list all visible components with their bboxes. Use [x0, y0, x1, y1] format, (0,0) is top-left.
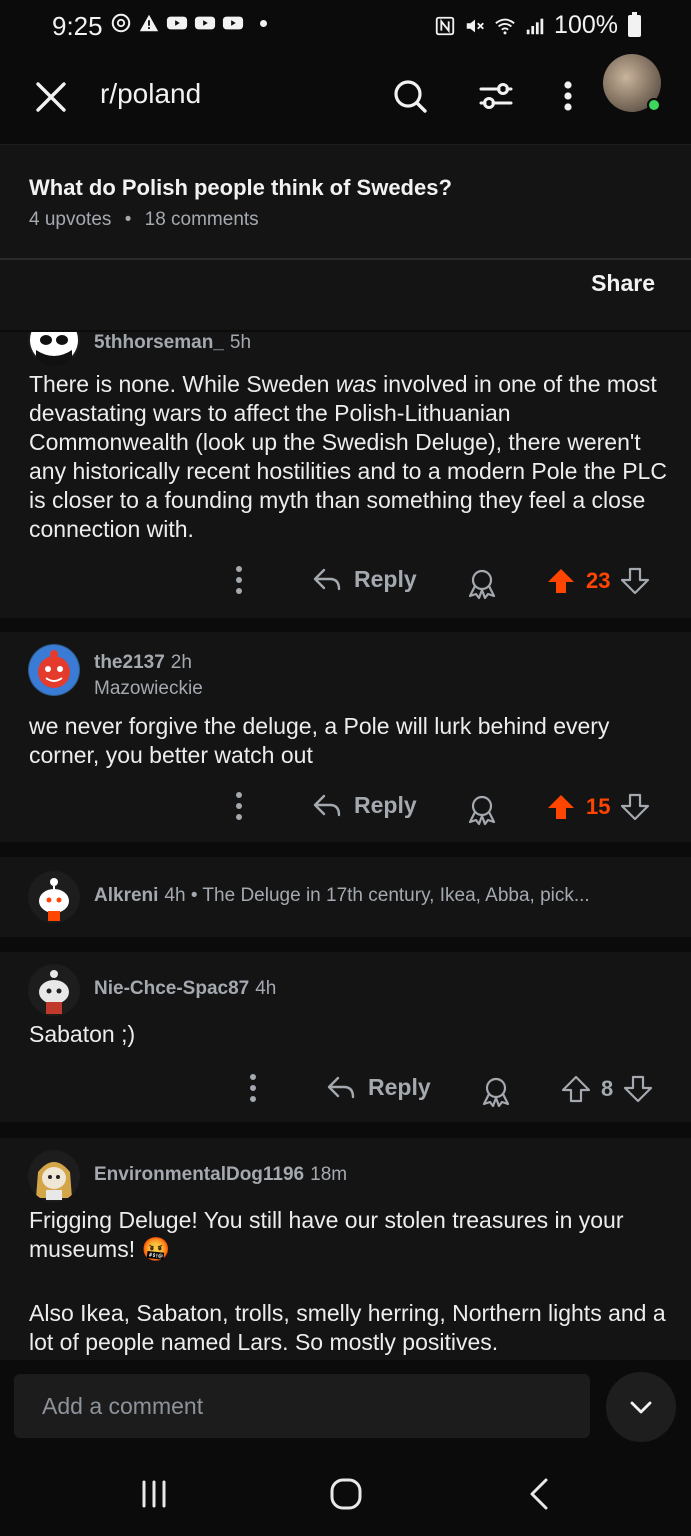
add-comment-input[interactable] [14, 1374, 590, 1438]
reply-icon [313, 568, 341, 590]
comment-body: Sabaton ;) [29, 1021, 136, 1047]
alert-icon [139, 14, 159, 32]
comment-age: 5h [229, 332, 252, 353]
comment-age: 18m [310, 1164, 348, 1185]
reply-icon [313, 794, 341, 816]
comment: 5thhorseman_ 5h There is none. While Swed… [0, 332, 691, 618]
comment-body-paragraph: Also Ikea, Sabaton, trolls, smelly herri… [29, 1300, 666, 1355]
upvote-icon[interactable] [546, 566, 576, 596]
comment-composer [0, 1360, 691, 1456]
comment-avatar[interactable] [28, 964, 80, 1016]
downvote-icon[interactable] [623, 1074, 653, 1104]
award-icon[interactable] [465, 566, 499, 600]
mute-icon [466, 19, 484, 32]
more-icon[interactable] [224, 560, 254, 600]
comment-actions: Reply 8 [0, 1064, 691, 1114]
system-icons: 100% [434, 11, 641, 40]
recents-icon[interactable] [134, 1474, 174, 1514]
back-icon[interactable] [520, 1474, 560, 1514]
comment-age: 4h [255, 978, 277, 999]
youtube-icon [194, 16, 216, 30]
post-meta: 4 upvotes • 18 comments [29, 209, 259, 231]
vote-control: 23 [546, 566, 650, 596]
post-title: What do Polish people think of Swedes? [29, 175, 452, 200]
comment-username[interactable]: Nie-Chce-Spac87 4h [94, 978, 276, 1000]
downvote-icon[interactable] [620, 566, 650, 596]
comment: EnvironmentalDog1196 18m Frigging Deluge!… [0, 1138, 691, 1360]
award-icon[interactable] [465, 792, 499, 826]
share-row: Share [0, 260, 691, 330]
comment-age: 2h [170, 652, 192, 673]
status-time: 9:25 [52, 11, 103, 41]
comment-body: Frigging Deluge! You still have our stol… [29, 1207, 624, 1262]
comment-body: There is none. While Sweden was involved… [29, 371, 667, 542]
share-button[interactable]: Share [591, 270, 655, 297]
post-header[interactable]: What do Polish people think of Swedes? 4… [0, 144, 691, 258]
more-vertical-icon[interactable] [548, 76, 588, 116]
youtube-icon [222, 16, 244, 30]
comment-username[interactable]: Alkreni 4h • The Deluge in 17th century, … [94, 885, 590, 907]
comment-body: we never forgive the deluge, a Pole will… [29, 713, 610, 768]
comment-actions: Reply 23 [0, 556, 691, 606]
collapsed-comment[interactable]: Alkreni 4h • The Deluge in 17th century, … [0, 857, 691, 937]
filter-icon[interactable] [476, 76, 516, 116]
vote-control: 15 [546, 792, 650, 822]
upvote-icon[interactable] [561, 1074, 591, 1104]
threads-icon [111, 13, 131, 33]
search-icon[interactable] [390, 76, 430, 116]
reply-icon [327, 1076, 355, 1098]
comment-age: 4h [164, 885, 186, 906]
battery-icon [628, 11, 641, 37]
wifi-icon [495, 18, 515, 34]
notification-icons [110, 12, 267, 34]
comment-avatar[interactable] [28, 871, 80, 923]
youtube-icon [166, 16, 188, 30]
app-bar: r/poland [0, 52, 691, 144]
comment: the2137 2h Mazowieckie we never forgive t… [0, 632, 691, 842]
award-icon[interactable] [479, 1074, 513, 1108]
upvote-icon[interactable] [546, 792, 576, 822]
home-icon[interactable] [326, 1474, 366, 1514]
more-icon[interactable] [238, 1068, 268, 1108]
nfc-icon [435, 16, 455, 35]
reply-button[interactable]: Reply [326, 1074, 431, 1101]
user-flair: Mazowieckie [94, 678, 203, 699]
more-icon[interactable] [224, 786, 254, 826]
meta-separator: • [124, 209, 132, 230]
subreddit-name[interactable]: r/poland [100, 78, 201, 110]
comment: Nie-Chce-Spac87 4h Sabaton ;) Reply 8 [0, 952, 691, 1122]
signal-icon [526, 18, 544, 34]
online-status-dot [647, 98, 661, 112]
dot-icon [260, 19, 267, 27]
vote-count: 23 [586, 568, 611, 593]
comment-username[interactable]: EnvironmentalDog1196 18m [94, 1164, 347, 1186]
collapse-button[interactable] [606, 1372, 676, 1442]
reply-button[interactable]: Reply [312, 566, 417, 593]
comment-actions: Reply 15 [0, 782, 691, 832]
system-nav-bar [0, 1456, 691, 1536]
comment-username[interactable]: the2137 2h [94, 652, 192, 674]
reply-button[interactable]: Reply [312, 792, 417, 819]
status-bar: 9:25 100% [0, 0, 691, 52]
comment-username[interactable]: 5thhorseman_ 5h [94, 332, 251, 354]
comment-count: 18 comments [144, 209, 259, 230]
vote-count: 8 [601, 1076, 614, 1101]
chevron-down-icon [630, 1401, 652, 1414]
battery-percent: 100% [554, 11, 618, 39]
collapsed-preview: • The Deluge in 17th century, Ikea, Abba… [190, 885, 590, 906]
comment-avatar[interactable] [28, 1150, 80, 1202]
vote-control: 8 [561, 1074, 653, 1104]
comment-avatar[interactable] [28, 332, 80, 366]
comment-avatar[interactable] [28, 644, 80, 696]
downvote-icon[interactable] [620, 792, 650, 822]
upvote-count: 4 upvotes [29, 209, 112, 230]
close-icon[interactable] [32, 78, 70, 116]
vote-count: 15 [586, 794, 611, 819]
